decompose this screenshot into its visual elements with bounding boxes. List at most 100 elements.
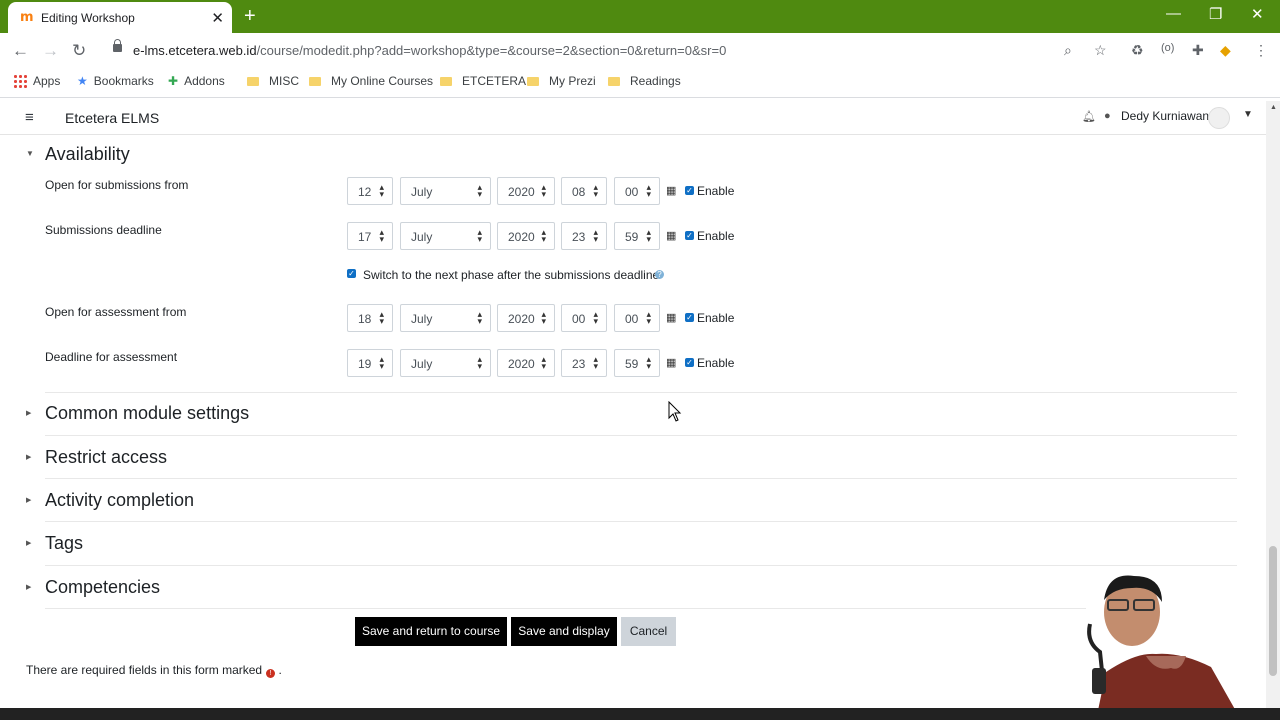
restrict-access-header[interactable]: ▶ Restrict access <box>26 447 167 468</box>
url-host: e-lms.etcetera.web.id <box>133 43 257 58</box>
back-icon[interactable]: ← <box>12 41 29 61</box>
month-select[interactable]: July ▴ ▾ <box>400 349 491 377</box>
bookmark-star-icon[interactable]: ☆ <box>1094 42 1107 59</box>
messages-icon[interactable]: ● <box>1104 110 1111 122</box>
common-module-settings-header[interactable]: ▶ Common module settings <box>26 403 249 424</box>
minute-select[interactable]: 59 ▴ ▾ <box>614 349 660 377</box>
year-select[interactable]: 2020 ▴ ▾ <box>497 222 555 250</box>
calendar-icon[interactable]: ▦ <box>666 184 676 197</box>
enable-label: Enable <box>697 356 735 370</box>
divider <box>45 565 1237 566</box>
user-name[interactable]: Dedy Kurniawan <box>1121 109 1209 123</box>
avatar[interactable] <box>1208 107 1230 129</box>
hour-select[interactable]: 23 ▴ ▾ <box>561 349 607 377</box>
enable-checkbox[interactable]: ✓ <box>685 231 694 240</box>
month-select-value: July <box>411 185 433 199</box>
scrollbar-thumb[interactable] <box>1269 546 1277 676</box>
bookmark-misc[interactable]: MISC <box>247 74 299 88</box>
menu-kebab-icon[interactable]: ⋮ <box>1254 42 1268 59</box>
save-and-return-button[interactable]: Save and return to course <box>355 617 507 646</box>
browser-toolbar: ← → ↻ e-lms.etcetera.web.id/course/moded… <box>0 33 1280 68</box>
folder-icon <box>309 77 321 86</box>
competencies-header[interactable]: ▶ Competencies <box>26 577 160 598</box>
lock-icon[interactable] <box>113 39 122 52</box>
recycle-extension-icon[interactable]: ♻ <box>1131 42 1144 59</box>
day-select[interactable]: 17 ▴ ▾ <box>347 222 393 250</box>
select-arrows-icon: ▴ ▾ <box>593 182 598 199</box>
scroll-up-icon[interactable]: ▲ <box>1270 104 1277 111</box>
enable-checkbox[interactable]: ✓ <box>685 313 694 322</box>
address-bar[interactable]: e-lms.etcetera.web.id/course/modedit.php… <box>133 43 726 58</box>
day-select[interactable]: 19 ▴ ▾ <box>347 349 393 377</box>
field-label: Open for submissions from <box>45 178 189 192</box>
notification-bell-icon[interactable]: 🔔︎ <box>1082 110 1096 123</box>
bookmark-bookmarks[interactable]: ★ Bookmarks <box>77 74 154 88</box>
minute-select[interactable]: 00 ▴ ▾ <box>614 177 660 205</box>
availability-section-header[interactable]: ▼ Availability <box>26 144 130 165</box>
select-arrows-icon: ▴ ▾ <box>593 227 598 244</box>
switch-phase-checkbox[interactable]: ✓ <box>347 269 356 278</box>
window-close-icon[interactable]: ✕ <box>1251 5 1264 23</box>
year-select-value: 2020 <box>508 185 535 199</box>
bookmark-addons[interactable]: ✚ Addons <box>168 74 225 88</box>
bottom-bar <box>0 708 1280 720</box>
hour-select[interactable]: 00 ▴ ▾ <box>561 304 607 332</box>
help-icon[interactable]: ? <box>655 270 664 279</box>
user-menu-chevron-down-icon[interactable]: ▼ <box>1243 109 1253 120</box>
hour-select[interactable]: 08 ▴ ▾ <box>561 177 607 205</box>
enable-checkbox[interactable]: ✓ <box>685 186 694 195</box>
minimize-icon[interactable]: — <box>1166 5 1181 22</box>
day-select[interactable]: 18 ▴ ▾ <box>347 304 393 332</box>
select-arrows-icon: ▴ ▾ <box>593 309 598 326</box>
profile-extension-icon[interactable]: ◆ <box>1220 42 1231 59</box>
bookmark-apps[interactable]: Apps <box>13 74 60 88</box>
page-scrollbar[interactable]: ▲ <box>1266 101 1280 708</box>
day-select[interactable]: 12 ▴ ▾ <box>347 177 393 205</box>
hamburger-menu-icon[interactable]: ≡ <box>25 109 34 126</box>
section-title: Tags <box>45 533 84 553</box>
hour-select[interactable]: 23 ▴ ▾ <box>561 222 607 250</box>
webcam-overlay <box>1086 572 1266 720</box>
close-tab-icon[interactable]: ✕ <box>211 9 224 27</box>
reload-icon[interactable]: ↻ <box>72 41 86 61</box>
bookmark-etcetera[interactable]: ETCETERA <box>440 74 526 88</box>
bookmark-readings[interactable]: Readings <box>608 74 681 88</box>
forward-icon[interactable]: → <box>42 41 59 61</box>
mouse-cursor-icon <box>668 401 682 422</box>
select-arrows-icon: ▴ ▾ <box>379 354 384 371</box>
year-select[interactable]: 2020 ▴ ▾ <box>497 177 555 205</box>
folder-icon <box>527 77 539 86</box>
select-arrows-icon: ▴ ▾ <box>379 309 384 326</box>
activity-completion-header[interactable]: ▶ Activity completion <box>26 490 194 511</box>
bookmark-my-prezi[interactable]: My Prezi <box>527 74 596 88</box>
calendar-icon[interactable]: ▦ <box>666 311 676 324</box>
new-tab-icon[interactable]: + <box>244 5 256 28</box>
day-select-value: 18 <box>358 312 372 326</box>
month-select[interactable]: July ▴ ▾ <box>400 222 491 250</box>
field-label: Submissions deadline <box>45 223 162 237</box>
bookmarks-bar: Apps ★ Bookmarks ✚ Addons MISC My Online C… <box>0 68 1280 98</box>
caret-right-icon: ▶ <box>26 454 32 461</box>
browser-tab[interactable]: m Editing Workshop ✕ <box>8 2 232 33</box>
cancel-button[interactable]: Cancel <box>621 617 676 646</box>
tags-header[interactable]: ▶ Tags <box>26 533 83 554</box>
year-select[interactable]: 2020 ▴ ▾ <box>497 349 555 377</box>
caret-right-icon: ▶ <box>26 584 32 591</box>
month-select[interactable]: July ▴ ▾ <box>400 304 491 332</box>
calendar-icon[interactable]: ▦ <box>666 356 676 369</box>
restore-icon[interactable]: ❐ <box>1209 5 1222 23</box>
zoom-icon[interactable]: ⌕ <box>1064 42 1072 59</box>
calendar-icon[interactable]: ▦ <box>666 229 676 242</box>
year-select[interactable]: 2020 ▴ ▾ <box>497 304 555 332</box>
save-and-display-button[interactable]: Save and display <box>511 617 617 646</box>
site-name[interactable]: Etcetera ELMS <box>65 110 159 126</box>
extensions-icon[interactable]: ✚ <box>1192 42 1204 59</box>
minute-select[interactable]: 59 ▴ ▾ <box>614 222 660 250</box>
enable-checkbox[interactable]: ✓ <box>685 358 694 367</box>
bookmark-my-online-courses[interactable]: My Online Courses <box>309 74 433 88</box>
month-select[interactable]: July ▴ ▾ <box>400 177 491 205</box>
divider <box>45 608 1237 609</box>
select-arrows-icon: ▴ ▾ <box>477 309 482 326</box>
minute-select[interactable]: 00 ▴ ▾ <box>614 304 660 332</box>
code-extension-icon[interactable]: (o) <box>1161 42 1174 54</box>
